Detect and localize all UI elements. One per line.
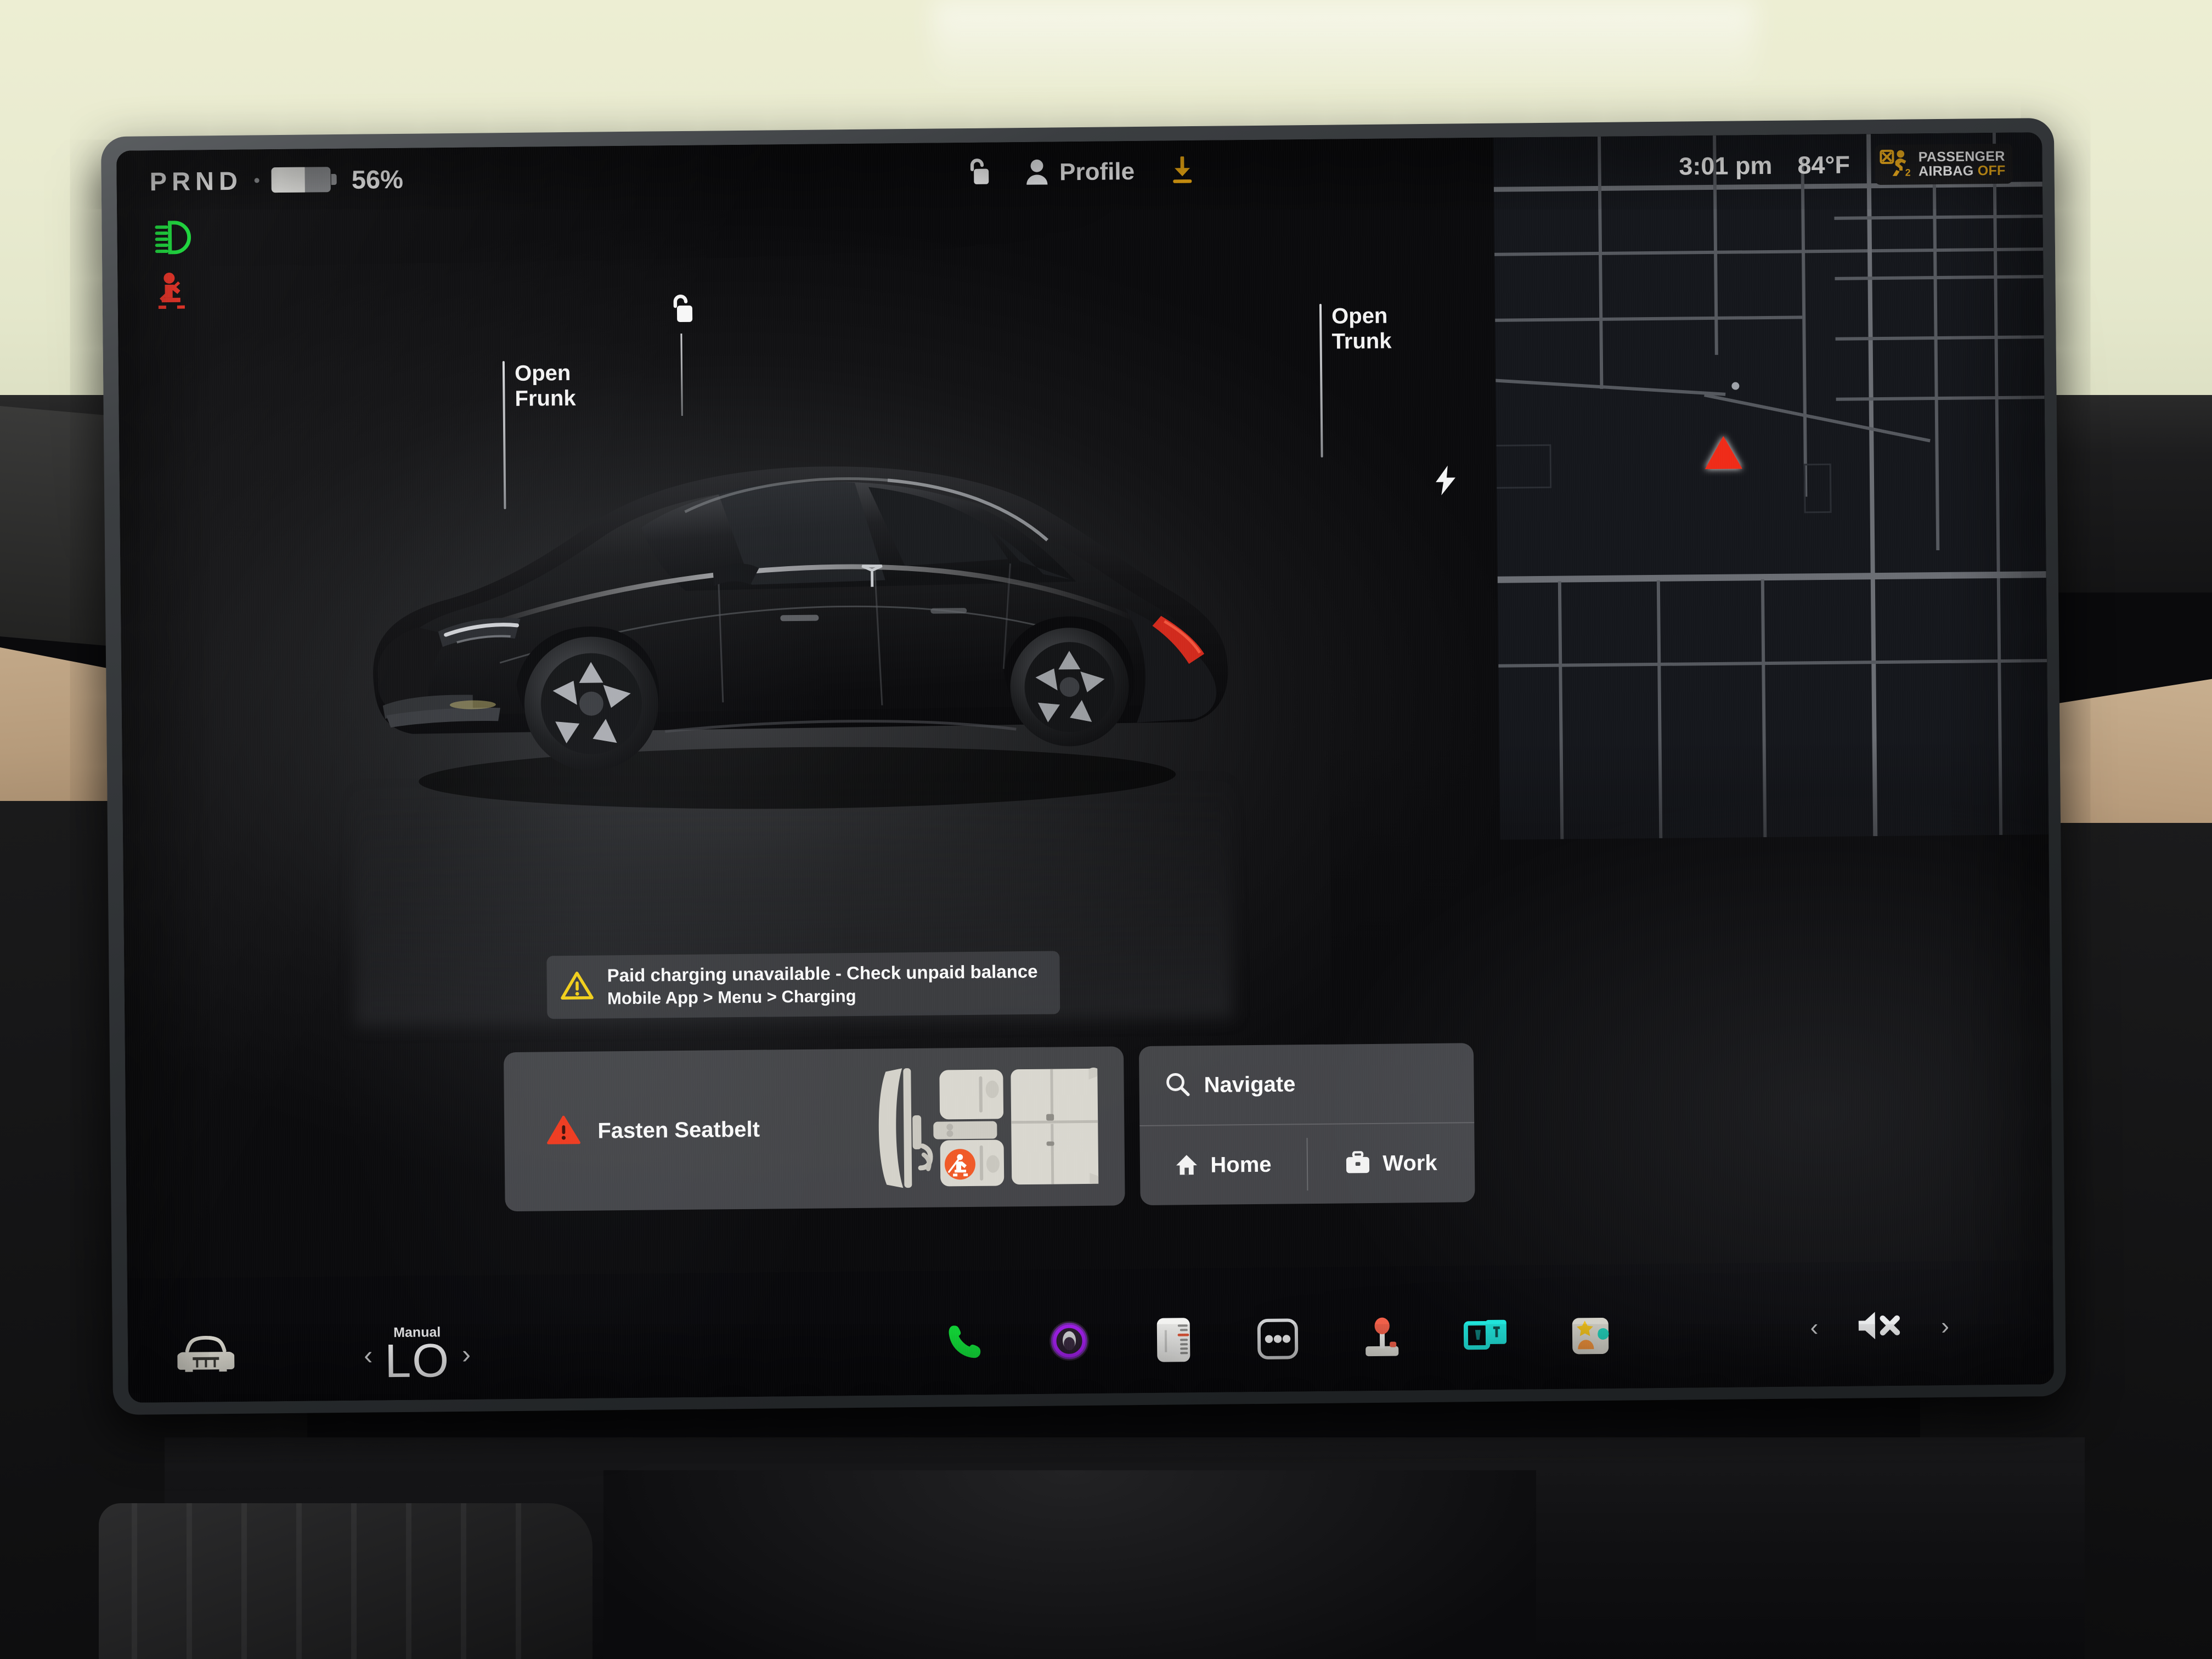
person-icon [1025,158,1049,187]
airbag-state: OFF [1977,162,2006,179]
lock-toggle-button[interactable] [667,294,696,416]
radio-tuner-icon[interactable] [1148,1314,1199,1365]
clock-label: 3:01 pm [1679,151,1773,180]
trunk-leader-line [1319,303,1323,458]
battery-percent-label: 56% [351,164,404,194]
windshield-glare [933,0,1756,93]
volume-control[interactable]: ‹ › [1810,1308,1949,1346]
vehicle-render[interactable] [332,370,1259,818]
open-trunk-label: Open Trunk [1331,303,1392,354]
briefcase-icon [1345,1150,1370,1177]
unlocked-padlock-icon[interactable] [964,157,991,189]
climate-temperature-label: LO [384,1334,450,1388]
status-badge: 2 PASSENGER AIRBAG OFF [1875,143,2013,185]
airbag-line2-label: AIRBAG [1918,163,1974,179]
touchscreen-bezel: PRND 56% Profile 3:01 pm 84°F 2 PASSENGE… [100,117,2067,1415]
destination-home-button[interactable]: Home [1140,1152,1307,1179]
warning-triangle-icon [560,970,595,1005]
chevron-right-icon[interactable]: › [1941,1312,1949,1339]
destination-work-label: Work [1383,1150,1437,1176]
lock-leader-line [680,333,683,416]
car-controls-button[interactable] [177,1333,235,1377]
warning-indicator-group [154,221,195,312]
seat-area [603,1470,1536,1659]
passenger-airbag-off-icon: 2 [1880,148,1912,181]
speaker-muted-icon[interactable] [1857,1308,1903,1346]
svg-text:2: 2 [1905,167,1911,178]
app-icon-row [940,1311,1616,1368]
seatbelt-warning-icon [155,272,195,312]
arcade-joystick-icon[interactable] [1357,1312,1408,1363]
search-icon [1165,1072,1190,1099]
status-separator-dot [254,177,259,183]
unlocked-padlock-icon[interactable] [667,294,696,328]
airbag-line1: PASSENGER [1918,148,2005,165]
lightning-bolt-icon [1434,465,1458,498]
destination-work-button[interactable]: Work [1308,1150,1475,1177]
gear-indicator: PRND [149,166,243,196]
chevron-right-icon[interactable]: › [462,1340,471,1369]
alert-line-1: Paid charging unavailable - Check unpaid… [607,961,1038,986]
charging-alert-banner[interactable]: Paid charging unavailable - Check unpaid… [546,951,1060,1019]
floor-mat [99,1503,592,1659]
navigate-search-button[interactable]: Navigate [1138,1043,1475,1127]
destination-home-label: Home [1210,1152,1272,1177]
car-visualization[interactable]: Open Frunk Open Trunk [116,132,2054,1403]
alert-line-2: Mobile App > Menu > Charging [607,986,856,1008]
app-dock: ‹ Manual LO › ‹ › [127,1260,2054,1403]
chevron-left-icon[interactable]: ‹ [364,1341,373,1370]
sketchpad-icon[interactable] [1565,1311,1616,1362]
navigate-label: Navigate [1204,1071,1296,1097]
media-player-icon[interactable] [1044,1316,1095,1367]
climate-control[interactable]: ‹ Manual LO › [364,1324,471,1388]
seatbelt-message: Fasten Seatbelt [546,1112,760,1149]
touchscreen[interactable]: PRND 56% Profile 3:01 pm 84°F 2 PASSENGE… [116,132,2054,1403]
navigate-card[interactable]: Navigate Home Work [1138,1043,1475,1206]
more-apps-icon[interactable] [1252,1313,1304,1364]
battery-gauge-icon[interactable] [271,167,337,193]
profile-button[interactable]: Profile [1025,157,1135,188]
low-beam-headlight-icon [154,221,194,258]
profile-label: Profile [1059,158,1135,186]
open-trunk-button[interactable]: Open Trunk [1319,303,1393,458]
car-front-icon [177,1336,235,1376]
home-icon [1175,1153,1198,1178]
bottom-cards: Fasten Seatbelt Navigate Home Work [503,1043,1475,1212]
outside-temperature-label: 84°F [1797,150,1850,179]
chevron-left-icon[interactable]: ‹ [1810,1314,1818,1341]
seat-diagram [878,1068,1099,1188]
tesla-ui-screen[interactable]: PRND 56% Profile 3:01 pm 84°F 2 PASSENGE… [116,132,2054,1403]
status-bar-left: PRND 56% [149,163,403,196]
download-arrow-icon[interactable] [1170,155,1195,187]
seatbelt-label: Fasten Seatbelt [597,1117,760,1143]
status-bar-center: Profile [964,155,1195,190]
navigate-destinations: Home Work [1139,1123,1475,1205]
phone-icon[interactable] [940,1317,991,1368]
toybox-icon[interactable] [1461,1312,1512,1363]
warning-triangle-icon [546,1114,582,1149]
seatbelt-card[interactable]: Fasten Seatbelt [503,1046,1125,1212]
charge-port-button[interactable] [1434,464,1458,499]
status-bar-right: 3:01 pm 84°F 2 PASSENGER AIRBAG OFF [1679,143,2013,187]
